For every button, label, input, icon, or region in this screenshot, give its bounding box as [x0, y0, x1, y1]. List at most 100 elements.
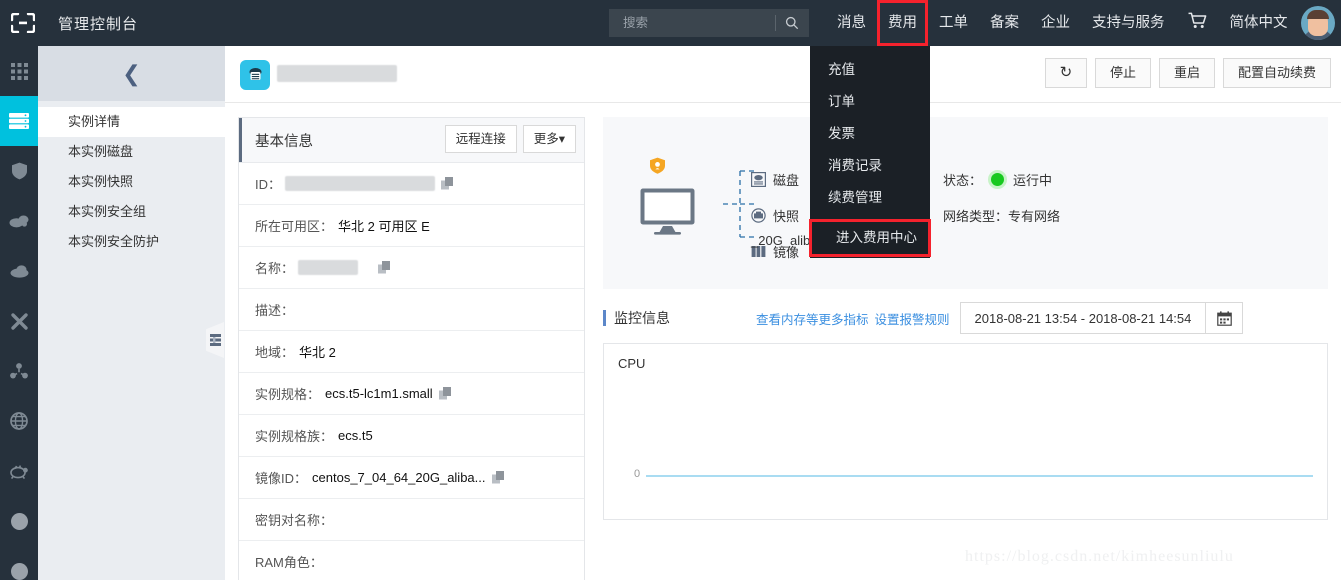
nav-item-messages[interactable]: 消息 [826, 0, 877, 46]
topology-item-snapshot[interactable]: 快照 [751, 197, 799, 233]
grid-apps-icon[interactable] [0, 46, 38, 96]
alarm-rules-link[interactable]: 设置报警规则 [875, 309, 950, 328]
info-row-instance-family: 实例规格族： ecs.t5 [239, 415, 584, 457]
info-value-masked [298, 260, 359, 275]
nav-item-support[interactable]: 支持与服务 [1081, 0, 1176, 46]
copy-icon[interactable] [378, 261, 391, 274]
monitor-accent-bar [603, 310, 606, 326]
ecs-instance-icon [240, 60, 270, 90]
search-box[interactable] [609, 9, 809, 37]
sidebar-item-instance-detail[interactable]: 实例详情 [38, 107, 225, 137]
copy-icon[interactable] [441, 177, 454, 190]
monitor-links: 查看内存等更多指标 设置报警规则 [756, 309, 950, 328]
dropdown-item-billing-center[interactable]: 进入费用中心 [809, 219, 931, 257]
shield-icon[interactable] [0, 146, 38, 196]
instance-action-buttons: ↻ 停止 重启 配置自动续费 [1044, 58, 1331, 88]
sidebar-item-security-protection[interactable]: 本实例安全防护 [38, 227, 225, 257]
instance-header: ↻ 停止 重启 配置自动续费 [225, 46, 1341, 103]
basic-info-actions: 远程连接 更多▾ [444, 125, 576, 153]
avatar[interactable] [1301, 6, 1335, 40]
instance-topology-summary: 磁盘 快照 镜像 _20G_aliba... 状态： 运行中 网络类型： 专有网… [603, 117, 1328, 289]
instance-status-column: 状态： 运行中 网络类型： 专有网络 [943, 161, 1060, 233]
avatar-hair [1307, 10, 1329, 19]
dropdown-item-recharge[interactable]: 充值 [810, 54, 930, 86]
network-value: 专有网络 [1008, 208, 1061, 224]
sidebar-collapse-button[interactable]: ❮ [38, 46, 225, 101]
chart-title: CPU [618, 356, 646, 371]
nav-item-language[interactable]: 简体中文 [1219, 0, 1299, 46]
dropdown-item-orders[interactable]: 订单 [810, 86, 930, 118]
sidebar-item-disks[interactable]: 本实例磁盘 [38, 137, 225, 167]
nodes-icon[interactable] [0, 346, 38, 396]
cloud-database-icon[interactable] [0, 196, 38, 246]
info-label: 实例规格族： [255, 429, 334, 444]
dropdown-item-invoices[interactable]: 发票 [810, 118, 930, 150]
info-row-name: 名称： [239, 247, 584, 289]
security-shield-icon [649, 157, 666, 180]
dropdown-item-renewal-management[interactable]: 续费管理 [810, 182, 930, 214]
top-nav-items: 消息 费用 工单 备案 企业 支持与服务 简体中文 [826, 0, 1299, 46]
topology-item-disk[interactable]: 磁盘 [751, 161, 799, 197]
nav-item-icp[interactable]: 备案 [979, 0, 1030, 46]
info-value-masked [285, 176, 436, 191]
basic-info-title: 基本信息 [255, 133, 313, 150]
chart-y-tick: 0 [634, 468, 641, 480]
circle-icon[interactable] [0, 496, 38, 546]
network-type-row: 网络类型： 专有网络 [943, 197, 1060, 233]
date-range-value[interactable]: 2018-08-21 13:54 - 2018-08-21 14:54 [961, 311, 1206, 326]
sidebar-item-security-groups[interactable]: 本实例安全组 [38, 197, 225, 227]
auto-renew-button[interactable]: 配置自动续费 [1222, 58, 1331, 88]
desktop-monitor-icon [639, 187, 696, 240]
search-icon[interactable] [776, 16, 809, 30]
globe-icon[interactable] [0, 396, 38, 446]
instance-name-masked [277, 65, 397, 82]
info-row-description: 描述： [239, 289, 584, 331]
more-button[interactable]: 更多▾ [522, 125, 576, 153]
nav-item-tickets[interactable]: 工单 [928, 0, 979, 46]
chevron-left-icon: ❮ [122, 60, 141, 86]
turtle-icon[interactable] [0, 446, 38, 496]
topology-items: 磁盘 快照 镜像 [751, 161, 799, 269]
brackets-logo-icon[interactable] [0, 0, 46, 46]
network-cross-icon[interactable] [0, 296, 38, 346]
info-label: 名称： [255, 261, 295, 276]
info-row-zone: 所在可用区： 华北 2 可用区 E [239, 205, 584, 247]
console-title: 管理控制台 [58, 15, 139, 33]
more-metrics-link[interactable]: 查看内存等更多指标 [756, 309, 869, 328]
top-navigation-bar: 管理控制台 消息 费用 工单 备案 企业 支持与服务 简体中文 [0, 0, 1341, 46]
info-value: 华北 2 [299, 345, 336, 360]
restart-button[interactable]: 重启 [1158, 58, 1215, 88]
info-label: 镜像ID： [255, 471, 308, 486]
copy-icon[interactable] [491, 471, 505, 484]
info-row-image-id: 镜像ID： centos_7_04_64_20G_aliba... [239, 457, 584, 499]
search-input[interactable] [621, 15, 775, 31]
disk-icon [751, 171, 766, 187]
calendar-icon[interactable] [1205, 303, 1243, 333]
remote-connect-button[interactable]: 远程连接 [444, 125, 517, 153]
nav-item-enterprise[interactable]: 企业 [1030, 0, 1081, 46]
info-row-keypair: 密钥对名称： [239, 499, 584, 541]
dropdown-item-consumption-records[interactable]: 消费记录 [810, 150, 930, 182]
chart-series-line [646, 475, 1313, 477]
nav-item-billing[interactable]: 费用 [877, 0, 928, 46]
stop-button[interactable]: 停止 [1094, 58, 1151, 88]
shopping-cart-icon[interactable] [1176, 12, 1219, 34]
monitor-section-header: 监控信息 查看内存等更多指标 设置报警规则 2018-08-21 13:54 -… [603, 302, 1328, 334]
sidebar-item-snapshots[interactable]: 本实例快照 [38, 167, 225, 197]
network-label: 网络类型： [943, 208, 1009, 224]
product-icon-rail [0, 46, 38, 580]
refresh-button[interactable]: ↻ [1044, 58, 1087, 88]
info-value: 华北 2 可用区 E [338, 219, 430, 234]
circle-icon[interactable] [0, 546, 38, 580]
billing-dropdown-menu: 充值 订单 发票 消费记录 续费管理 进入费用中心 [809, 46, 931, 258]
date-range-picker[interactable]: 2018-08-21 13:54 - 2018-08-21 14:54 [959, 302, 1244, 334]
cloud-icon[interactable] [0, 246, 38, 296]
topology-item-label: 快照 [773, 208, 800, 224]
right-column: 磁盘 快照 镜像 _20G_aliba... 状态： 运行中 网络类型： 专有网… [603, 117, 1328, 580]
server-stack-icon[interactable] [0, 96, 38, 146]
instance-side-menu: ❮ 实例详情 本实例磁盘 本实例快照 本实例安全组 本实例安全防护 [38, 46, 226, 580]
cpu-chart-card: CPU 0 [603, 343, 1328, 520]
copy-icon[interactable] [438, 387, 452, 400]
basic-info-card: 基本信息 远程连接 更多▾ ID： 所在可用区： 华北 2 可用区 E 名称： … [238, 117, 585, 580]
info-label: 密钥对名称： [255, 513, 334, 528]
